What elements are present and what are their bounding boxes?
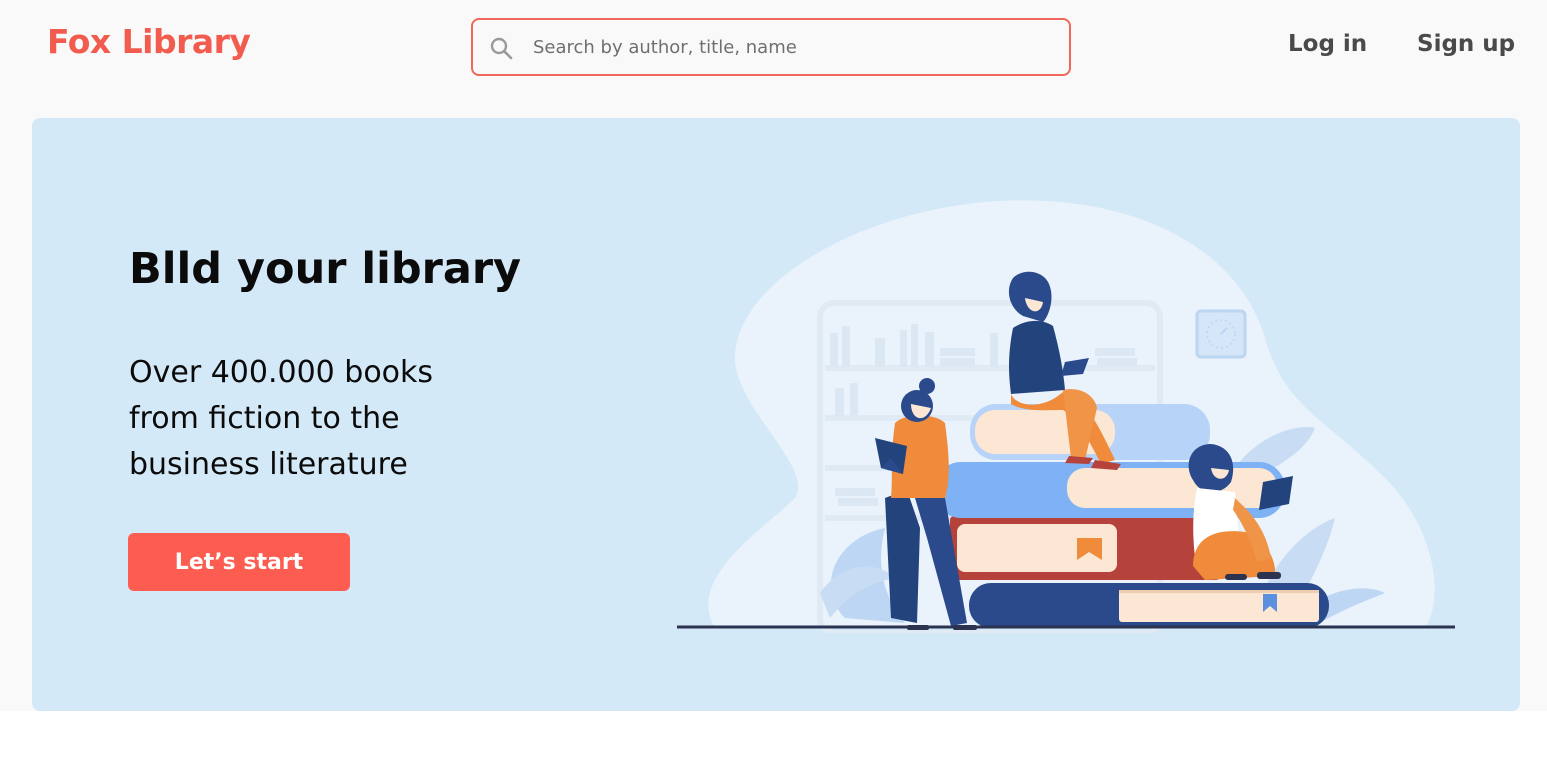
signup-link[interactable]: Sign up [1417, 31, 1515, 57]
header: Fox Library Log in Sign up [0, 0, 1547, 96]
hero-title: Blld your library [129, 244, 522, 294]
search-box[interactable] [471, 18, 1071, 76]
brand-logo[interactable]: Fox Library [47, 22, 251, 61]
reading-people-illustration [677, 200, 1455, 633]
login-link[interactable]: Log in [1288, 31, 1367, 57]
page: Fox Library Log in Sign up Blld your lib… [0, 0, 1547, 777]
search-icon [490, 37, 513, 60]
search-input[interactable] [533, 20, 1053, 74]
lets-start-button[interactable]: Let’s start [128, 533, 350, 591]
hero-banner: Blld your library Over 400.000 books fro… [32, 118, 1520, 711]
hero-subtitle: Over 400.000 books from fiction to the b… [129, 355, 434, 482]
